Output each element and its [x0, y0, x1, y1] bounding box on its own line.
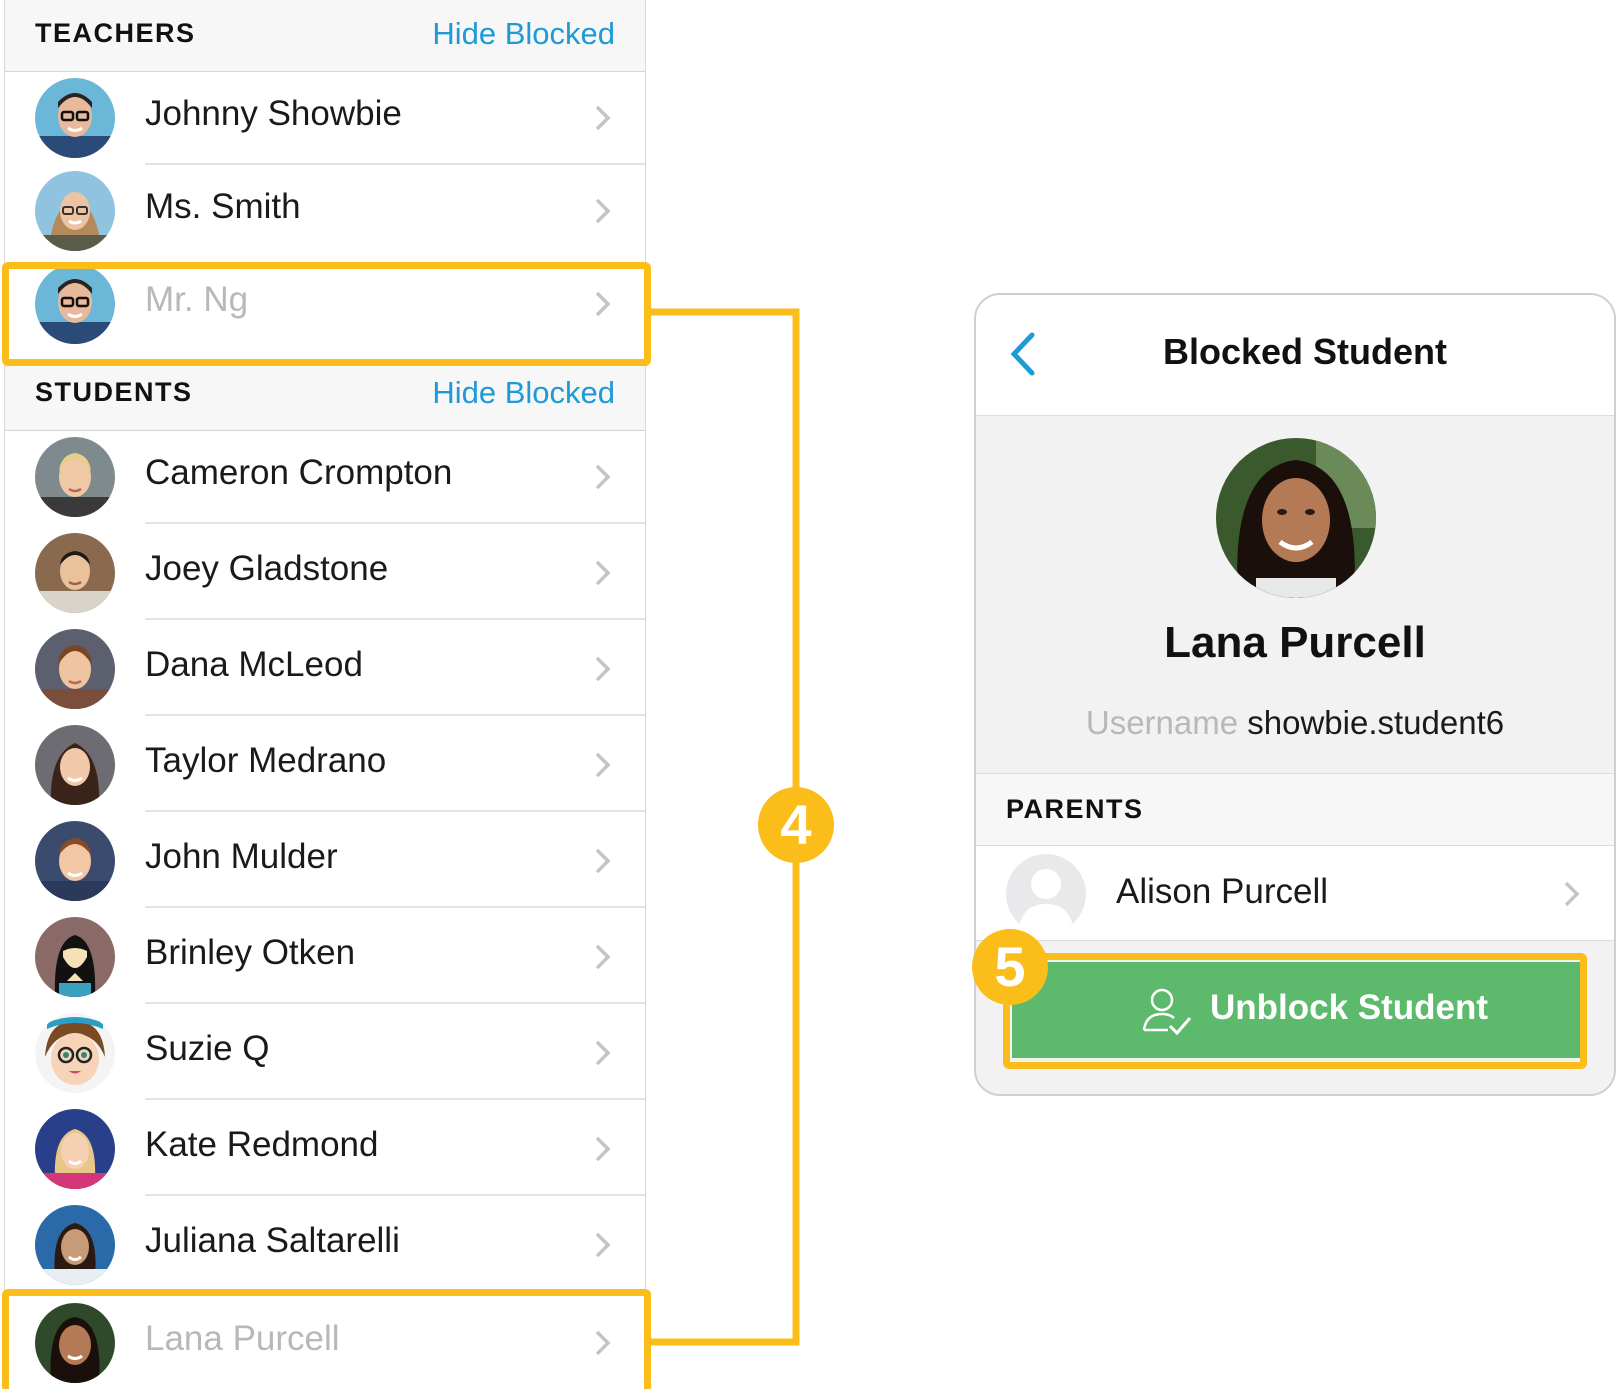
student-name: John Mulder — [145, 837, 338, 876]
chevron-right-icon — [595, 1232, 611, 1258]
detail-nav-bar: Blocked Student — [976, 295, 1614, 416]
chevron-right-icon — [595, 944, 611, 970]
teacher-name: Johnny Showbie — [145, 94, 402, 133]
chevron-right-icon — [595, 464, 611, 490]
teachers-header-title: TEACHERS — [35, 18, 196, 48]
blocked-student-highlight — [2, 1289, 651, 1389]
student-name: Cameron Crompton — [145, 453, 453, 492]
username-value: showbie.student6 — [1247, 704, 1505, 741]
parent-name: Alison Purcell — [1116, 872, 1329, 911]
student-name: Juliana Saltarelli — [145, 1221, 400, 1260]
student-row[interactable]: Juliana Saltarelli — [5, 1197, 645, 1292]
default-avatar-icon — [1006, 854, 1086, 934]
parent-row[interactable]: Alison Purcell — [976, 846, 1614, 941]
avatar — [35, 78, 115, 158]
row-divider — [145, 906, 645, 908]
teacher-row[interactable]: Johnny Showbie — [5, 70, 645, 165]
chevron-right-icon — [595, 848, 611, 874]
step-4-badge: 4 — [758, 787, 834, 863]
student-name: Kate Redmond — [145, 1125, 379, 1164]
student-name-heading: Lana Purcell — [1164, 618, 1426, 667]
avatar — [35, 437, 115, 517]
student-name: Suzie Q — [145, 1029, 270, 1068]
avatar — [35, 533, 115, 613]
chevron-right-icon — [1564, 881, 1580, 907]
student-row[interactable]: Cameron Crompton — [5, 429, 645, 524]
avatar — [35, 725, 115, 805]
avatar — [35, 1205, 115, 1285]
username-label: Username — [1085, 704, 1239, 741]
step-5-badge: 5 — [972, 929, 1048, 1005]
student-photo — [1216, 438, 1376, 598]
row-divider — [145, 810, 645, 812]
student-row[interactable]: Joey Gladstone — [5, 525, 645, 620]
student-row[interactable]: Brinley Otken — [5, 909, 645, 1004]
blocked-teacher-highlight — [2, 262, 651, 366]
row-divider — [145, 1098, 645, 1100]
chevron-right-icon — [595, 105, 611, 131]
teacher-name: Ms. Smith — [145, 187, 301, 226]
student-row[interactable]: Kate Redmond — [5, 1101, 645, 1196]
chevron-right-icon — [595, 752, 611, 778]
profile-block: Lana Purcell Username showbie.student6 — [976, 416, 1614, 774]
avatar — [35, 1013, 115, 1093]
chevron-right-icon — [595, 1136, 611, 1162]
row-divider — [145, 1194, 645, 1196]
avatar — [35, 629, 115, 709]
row-divider — [145, 618, 645, 620]
student-row[interactable]: John Mulder — [5, 813, 645, 908]
student-name: Brinley Otken — [145, 933, 356, 972]
teacher-row[interactable]: Ms. Smith — [5, 163, 645, 258]
avatar — [35, 917, 115, 997]
avatar — [35, 171, 115, 251]
student-row[interactable]: Taylor Medrano — [5, 717, 645, 812]
detail-title: Blocked Student — [1162, 331, 1448, 372]
student-row[interactable]: Dana McLeod — [5, 621, 645, 716]
students-section-header: STUDENTS Hide Blocked — [5, 359, 645, 431]
student-row[interactable]: Suzie Q — [5, 1005, 645, 1100]
chevron-right-icon — [595, 560, 611, 586]
student-name: Taylor Medrano — [145, 741, 387, 780]
chevron-right-icon — [595, 198, 611, 224]
student-name: Joey Gladstone — [145, 549, 389, 588]
chevron-right-icon — [595, 1040, 611, 1066]
avatar — [35, 821, 115, 901]
teachers-section-header: TEACHERS Hide Blocked — [5, 0, 645, 72]
unblock-button-highlight — [1003, 953, 1587, 1069]
students-header-title: STUDENTS — [35, 377, 193, 407]
teachers-hide-blocked-link[interactable]: Hide Blocked — [432, 16, 615, 52]
avatar — [35, 1109, 115, 1189]
contacts-list: TEACHERS Hide Blocked Johnny Showbie Ms.… — [4, 0, 646, 1389]
parents-header-title: PARENTS — [1006, 794, 1144, 824]
username-line: Username showbie.student6 — [976, 704, 1614, 742]
row-divider — [145, 1002, 645, 1004]
students-hide-blocked-link[interactable]: Hide Blocked — [432, 375, 615, 411]
student-name: Dana McLeod — [145, 645, 363, 684]
chevron-right-icon — [595, 656, 611, 682]
row-divider — [145, 522, 645, 524]
parents-section-header: PARENTS — [976, 774, 1614, 846]
row-divider — [145, 714, 645, 716]
